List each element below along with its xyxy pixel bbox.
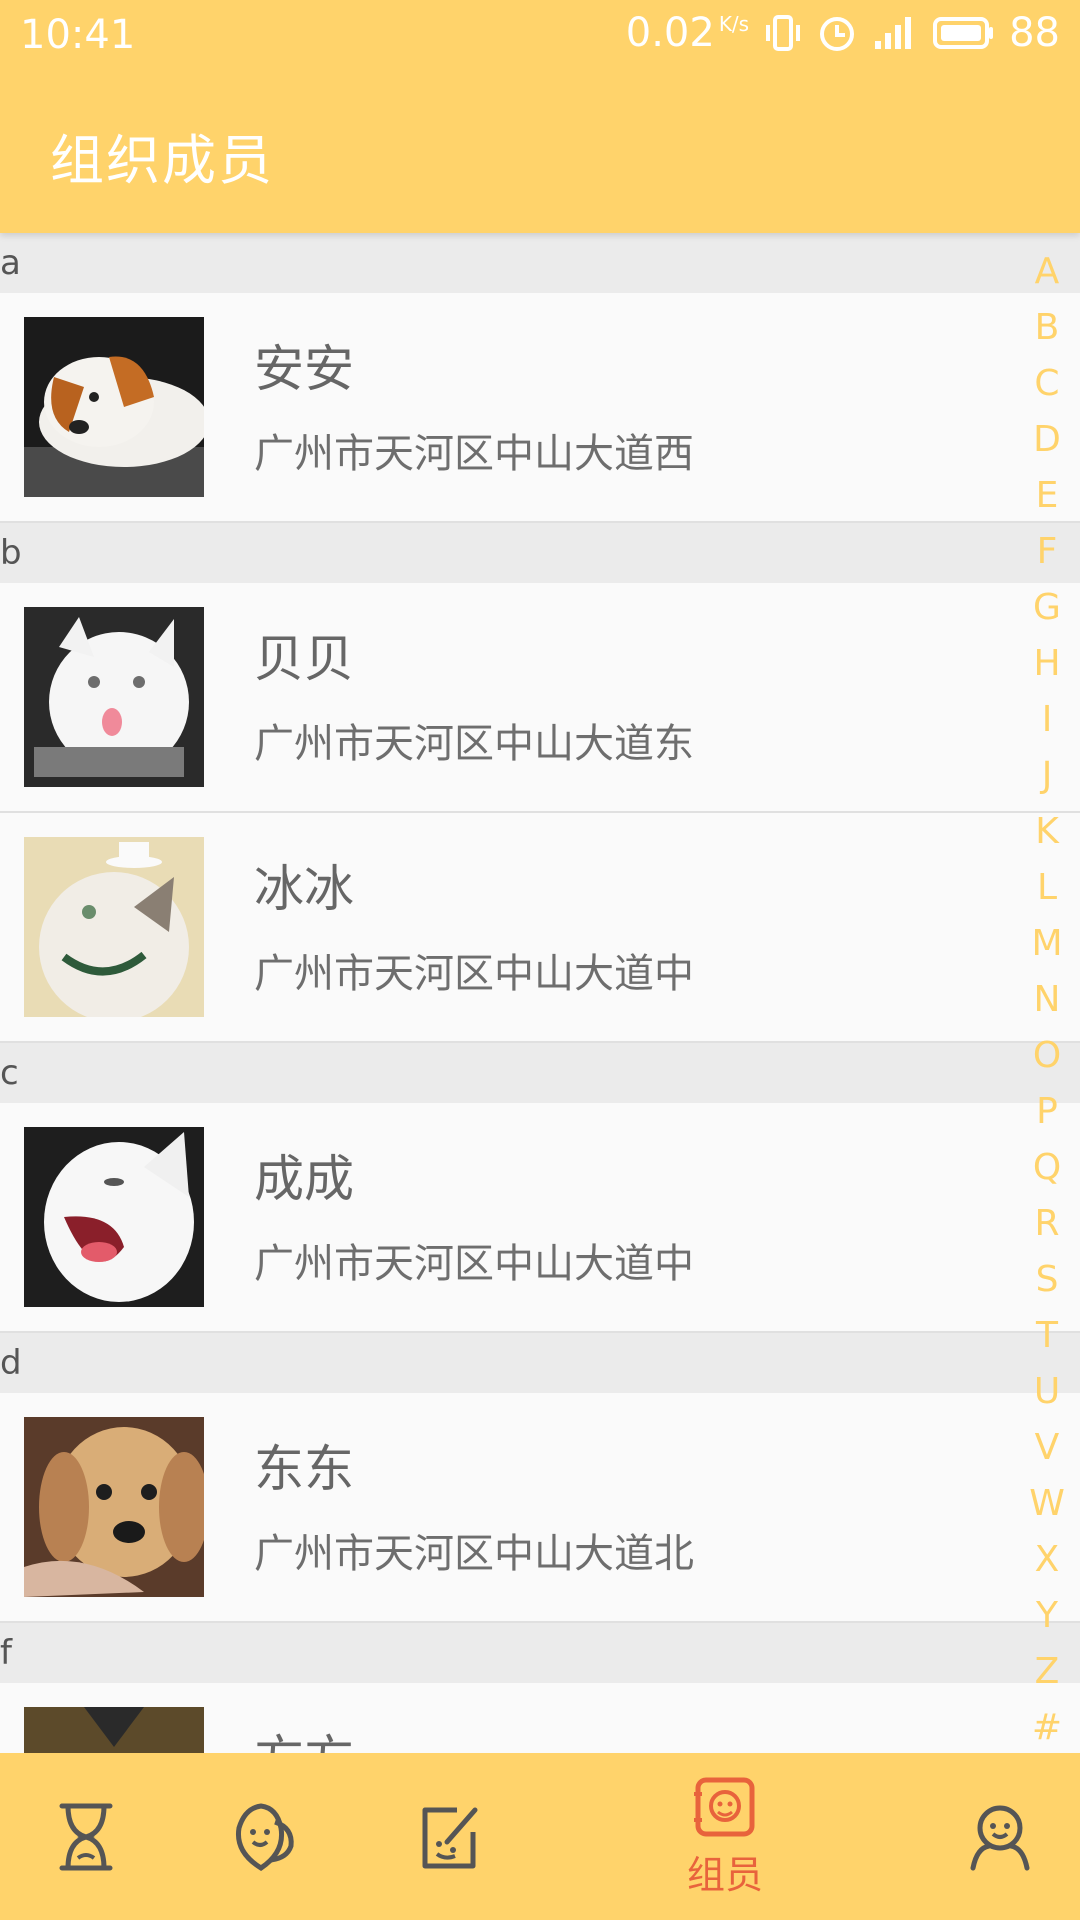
index-letter[interactable]: H — [1024, 636, 1070, 692]
status-indicators: 0.02 K/s 88 — [626, 8, 1060, 58]
member-address: 广州市天河区中山大道中 — [254, 951, 694, 997]
index-letter[interactable]: J — [1024, 748, 1070, 804]
index-letter[interactable]: M — [1024, 916, 1070, 972]
nav-tab-note[interactable] — [400, 1753, 500, 1920]
index-letter[interactable]: O — [1024, 1028, 1070, 1084]
index-letter[interactable]: F — [1024, 524, 1070, 580]
member-row[interactable]: 安安 广州市天河区中山大道西 — [0, 293, 1080, 523]
members-icon — [694, 1777, 755, 1837]
network-speed: 0.02 K/s — [625, 10, 750, 56]
member-address: 广州市天河区中山大道中 — [254, 1241, 694, 1287]
index-letter[interactable]: K — [1024, 804, 1070, 860]
index-letter[interactable]: T — [1024, 1308, 1070, 1364]
member-row[interactable]: 东东 广州市天河区中山大道北 — [0, 1393, 1080, 1623]
index-letter[interactable]: N — [1024, 972, 1070, 1028]
member-address: 广州市天河区中山大道东 — [254, 721, 694, 767]
index-letter[interactable]: B — [1024, 300, 1070, 356]
cat-with-hat-avatar — [24, 837, 204, 1017]
signal-icon — [871, 13, 919, 53]
member-name: 贝贝 — [254, 630, 354, 688]
member-name: 方方 — [254, 1719, 354, 1753]
alphabet-index[interactable]: A B C D E F G H I J K L M N O P Q R S T U V W X Y Z # — [1024, 244, 1070, 1756]
page-title: 组织成员 — [50, 129, 274, 192]
member-row[interactable]: 冰冰 广州市天河区中山大道中 — [0, 813, 1080, 1043]
golden-puppy-avatar — [24, 1417, 204, 1597]
leaf-icon — [235, 1802, 294, 1871]
index-letter[interactable]: V — [1024, 1420, 1070, 1476]
vibrate-icon — [763, 13, 803, 53]
index-letter[interactable]: E — [1024, 468, 1070, 524]
index-letter[interactable]: Y — [1024, 1588, 1070, 1644]
section-header-b: b — [0, 523, 1080, 583]
section-header-f: f — [0, 1623, 1080, 1683]
alarm-icon — [817, 13, 857, 53]
top-header: 10:41 0.02 K/s 88 组织成员 — [0, 0, 1080, 233]
yawning-cat-avatar — [24, 1127, 204, 1307]
section-header-c: c — [0, 1043, 1080, 1103]
bottom-nav: 组员 — [0, 1753, 1080, 1920]
index-letter[interactable]: U — [1024, 1364, 1070, 1420]
section-header-d: d — [0, 1333, 1080, 1393]
nav-tab-members-label: 组员 — [686, 1853, 763, 1897]
hourglass-icon — [59, 1803, 113, 1870]
index-letter[interactable]: I — [1024, 692, 1070, 748]
member-name: 东东 — [254, 1440, 354, 1498]
profile-icon — [970, 1805, 1030, 1870]
section-header-a: a — [0, 233, 1080, 293]
white-cat-avatar — [24, 607, 204, 787]
index-letter[interactable]: G — [1024, 580, 1070, 636]
member-address: 广州市天河区中山大道西 — [254, 431, 694, 477]
dog-avatar — [24, 1707, 204, 1753]
member-row[interactable]: 方方 — [0, 1683, 1080, 1753]
note-edit-icon — [422, 1807, 478, 1868]
battery-icon — [933, 15, 995, 51]
index-letter[interactable]: D — [1024, 412, 1070, 468]
index-letter[interactable]: Z — [1024, 1644, 1070, 1700]
member-row[interactable]: 贝贝 广州市天河区中山大道东 — [0, 583, 1080, 813]
index-letter[interactable]: C — [1024, 356, 1070, 412]
battery-level: 88 — [1009, 10, 1060, 56]
index-letter[interactable]: L — [1024, 860, 1070, 916]
index-letter[interactable]: X — [1024, 1532, 1070, 1588]
member-name: 安安 — [254, 340, 354, 398]
index-letter[interactable]: # — [1024, 1700, 1070, 1756]
member-name: 成成 — [254, 1150, 354, 1208]
nav-tab-leaf[interactable] — [214, 1753, 314, 1920]
index-letter[interactable]: S — [1024, 1252, 1070, 1308]
nav-tab-members[interactable]: 组员 — [670, 1753, 780, 1920]
index-letter[interactable]: A — [1024, 244, 1070, 300]
member-name: 冰冰 — [254, 860, 354, 918]
status-bar: 10:41 0.02 K/s 88 — [0, 0, 1080, 68]
status-time: 10:41 — [20, 12, 136, 58]
puppy-avatar — [24, 317, 204, 497]
index-letter[interactable]: Q — [1024, 1140, 1070, 1196]
nav-tab-hourglass[interactable] — [36, 1753, 136, 1920]
member-address: 广州市天河区中山大道北 — [254, 1531, 694, 1577]
index-letter[interactable]: P — [1024, 1084, 1070, 1140]
nav-tab-profile[interactable] — [950, 1753, 1050, 1920]
index-letter[interactable]: R — [1024, 1196, 1070, 1252]
index-letter[interactable]: W — [1024, 1476, 1070, 1532]
member-list[interactable]: a 安安 广州市天河区中山大道西 b 贝贝 广州市天河区中山大道东 冰冰 广州市… — [0, 233, 1080, 1753]
member-row[interactable]: 成成 广州市天河区中山大道中 — [0, 1103, 1080, 1333]
